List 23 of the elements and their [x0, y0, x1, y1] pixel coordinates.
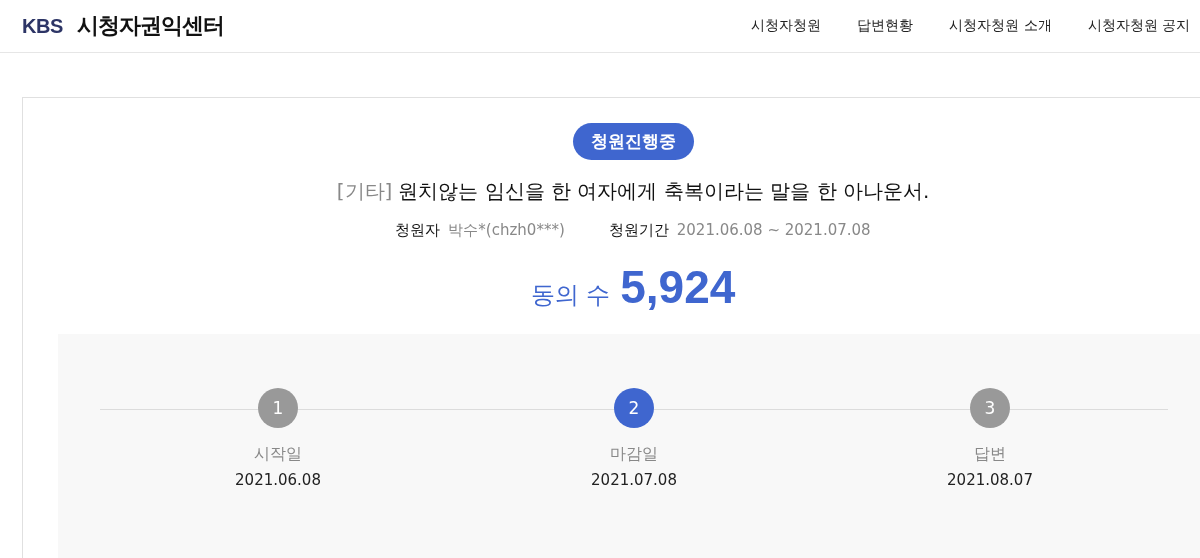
- site-title: 시청자권익센터: [76, 12, 224, 40]
- nav-link[interactable]: 시청자청원 소개: [949, 17, 1052, 35]
- meta-value: 박수*(chzh0***): [448, 221, 565, 240]
- step-label: 시작일: [254, 444, 302, 465]
- step-date: 2021.07.08: [591, 471, 677, 489]
- petition-title: [기타] 원치않는 임신을 한 여자에게 축복이라는 말을 한 아나운서.: [336, 178, 930, 205]
- status-badge: 청원진행중: [572, 123, 694, 160]
- nav-link[interactable]: 시청자청원: [751, 17, 822, 35]
- step-number: 2: [614, 388, 654, 428]
- nav-link[interactable]: 시청자청원 공지: [1087, 17, 1190, 35]
- step-date: 2021.06.08: [235, 471, 321, 489]
- step-date: 2021.08.07: [947, 471, 1033, 489]
- step-label: 마감일: [610, 444, 658, 465]
- meta-value: 2021.06.08 ~ 2021.07.08: [676, 221, 871, 240]
- step-number: 3: [970, 388, 1010, 428]
- agree-count: 5,924: [620, 260, 736, 314]
- step-number: 1: [258, 388, 298, 428]
- agree-label: 동의 수: [530, 280, 611, 311]
- meta-label: 청원기간: [608, 221, 669, 240]
- step-label: 답변: [974, 444, 1006, 465]
- nav-link[interactable]: 답변현황: [857, 17, 914, 35]
- logo[interactable]: KBS: [22, 14, 63, 38]
- meta-label: 청원자: [395, 221, 441, 240]
